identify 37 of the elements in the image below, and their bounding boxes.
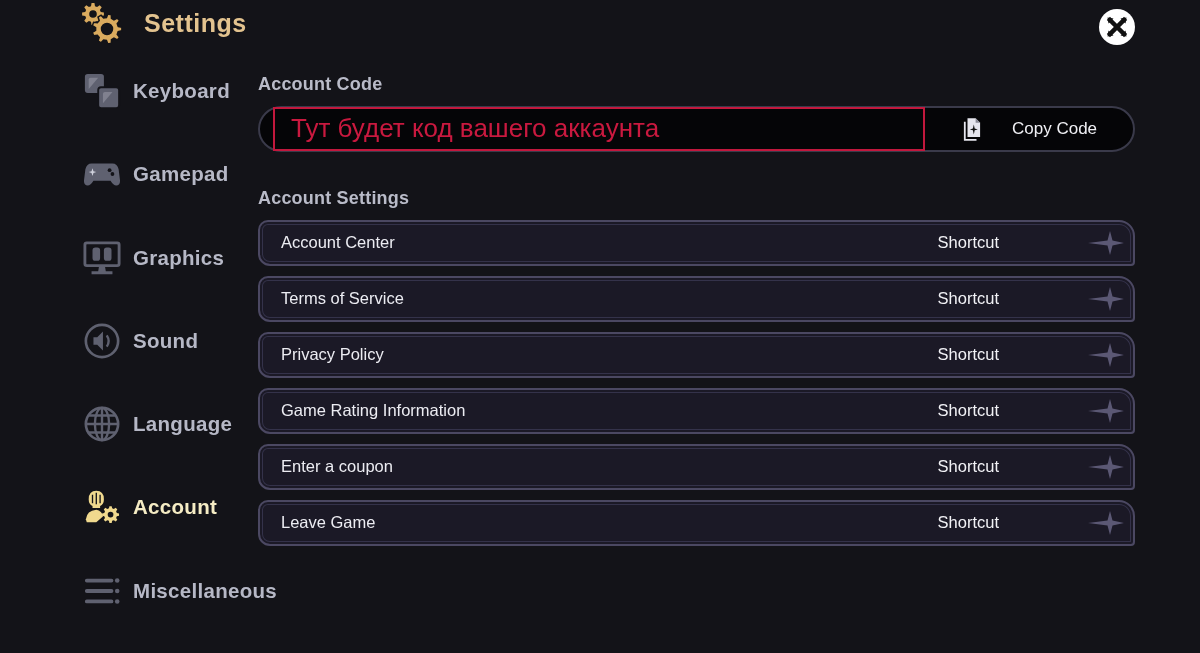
section-title: Account Settings — [258, 186, 410, 209]
globe-icon — [83, 405, 121, 444]
settings-row[interactable]: Enter a coupon Shortcut — [258, 443, 1135, 490]
copy-code-button[interactable]: Copy Code — [925, 107, 1133, 150]
settings-row[interactable]: Game Rating Information Shortcut — [258, 387, 1135, 434]
row-label: Enter a coupon — [281, 457, 393, 477]
sidebar-tab[interactable]: Graphics — [83, 236, 225, 279]
settings-row[interactable]: Terms of Service Shortcut — [258, 275, 1135, 322]
speaker-icon — [83, 321, 121, 360]
shortcut-link[interactable]: Shortcut — [937, 233, 999, 253]
close-icon — [1099, 9, 1135, 45]
shortcut-link[interactable]: Shortcut — [937, 513, 999, 533]
settings-row[interactable]: Account Center Shortcut — [258, 219, 1135, 266]
row-label: Privacy Policy — [281, 345, 384, 365]
monitor-icon — [83, 238, 121, 277]
shortcut-link[interactable]: Shortcut — [937, 401, 999, 421]
shortcut-link[interactable]: Shortcut — [937, 289, 999, 309]
sidebar-tab[interactable]: Keyboard — [83, 69, 230, 112]
sidebar-tab[interactable]: Gamepad — [83, 153, 229, 196]
keys-icon — [83, 71, 121, 110]
settings-row[interactable]: Leave Game Shortcut — [258, 499, 1135, 546]
copy-icon — [963, 116, 981, 141]
sidebar-tab[interactable]: Sound — [83, 319, 199, 362]
account-code-field: Тут будет код вашего аккаунта — [273, 106, 925, 151]
settings-title: Settings — [144, 9, 247, 39]
settings-row[interactable]: Privacy Policy Shortcut — [258, 331, 1135, 378]
close-button[interactable] — [1099, 9, 1135, 45]
shortcut-link[interactable]: Shortcut — [937, 457, 999, 477]
sidebar-tab[interactable]: Miscellaneous — [83, 569, 278, 612]
section-title: Account Code — [258, 72, 383, 95]
sidebar-tab[interactable]: Language — [83, 403, 233, 446]
row-label: Leave Game — [281, 513, 376, 533]
row-label: Terms of Service — [281, 289, 404, 309]
row-label: Account Center — [281, 233, 395, 253]
shortcut-link[interactable]: Shortcut — [937, 345, 999, 365]
sidebar-tab[interactable]: Account — [83, 486, 218, 529]
row-label: Game Rating Information — [281, 401, 466, 421]
